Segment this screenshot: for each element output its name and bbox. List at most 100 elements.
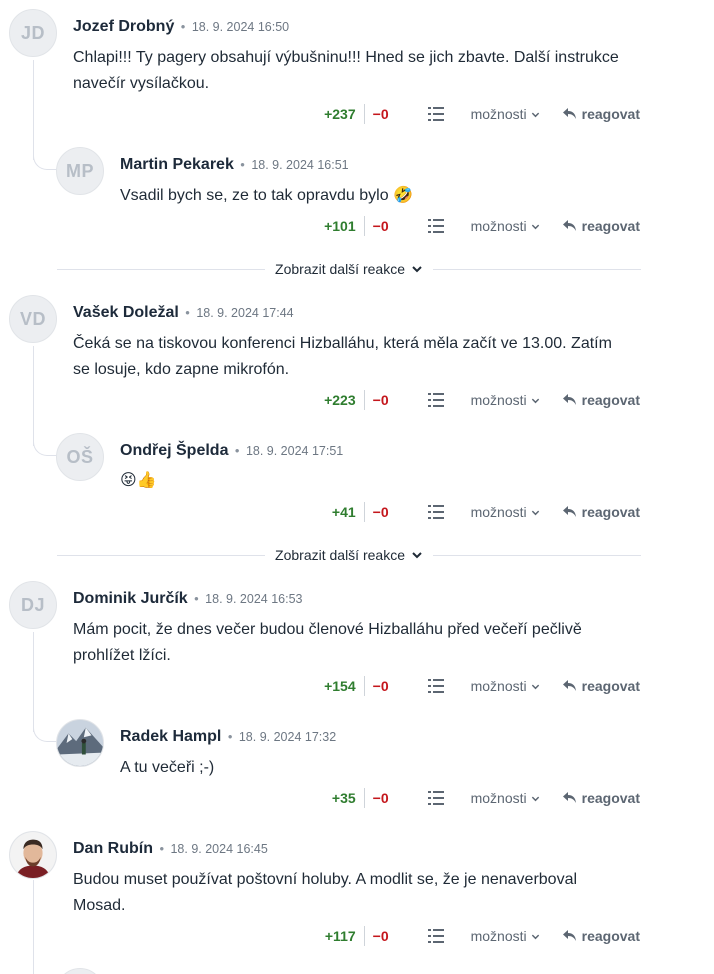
chevron-down-icon: [412, 552, 422, 559]
avatar[interactable]: [56, 968, 104, 974]
options-menu[interactable]: možnosti: [471, 504, 540, 520]
comment-header: Dominik Jurčík • 18. 9. 2024 16:53: [73, 590, 302, 608]
chevron-down-icon: [531, 112, 539, 117]
options-menu[interactable]: možnosti: [471, 790, 540, 806]
vote-divider: [363, 926, 365, 946]
upvote-button[interactable]: +41: [332, 504, 356, 520]
separator-dot: •: [240, 157, 245, 172]
list-icon[interactable]: [427, 105, 445, 123]
list-icon[interactable]: [427, 391, 445, 409]
show-more-label: Zobrazit další reakce: [275, 261, 405, 277]
thread-line: [33, 880, 34, 974]
upvote-button[interactable]: +35: [332, 790, 356, 806]
avatar[interactable]: MP: [56, 147, 104, 195]
comment-text: Čeká se na tiskovou konferenci Hizballáh…: [73, 335, 612, 378]
author-name[interactable]: Martin Pekarek: [120, 156, 234, 173]
list-icon[interactable]: [427, 677, 445, 695]
user-portrait-icon: [10, 832, 56, 878]
options-menu[interactable]: možnosti: [471, 678, 540, 694]
comment-actions: +35 −0 možnosti reagovat: [332, 788, 640, 808]
author-name[interactable]: Vašek Doležal: [73, 304, 179, 321]
options-menu[interactable]: možnosti: [471, 106, 540, 122]
comment-header: Radek Hampl • 18. 9. 2024 17:32: [120, 728, 336, 746]
reply-button[interactable]: reagovat: [562, 504, 640, 520]
downvote-button[interactable]: −0: [373, 504, 389, 520]
upvote-button[interactable]: +154: [324, 678, 356, 694]
upvote-button[interactable]: +117: [325, 928, 356, 944]
list-icon[interactable]: [427, 503, 445, 521]
options-label: možnosti: [470, 678, 527, 694]
comment-header: Ondřej Špelda • 18. 9. 2024 17:51: [120, 442, 343, 460]
comment-text: Chlapi!!! Ty pagery obsahují výbušninu!!…: [73, 49, 619, 92]
upvote-button[interactable]: +223: [324, 392, 356, 408]
comment-header: Jozef Drobný • 18. 9. 2024 16:50: [73, 18, 289, 36]
reply-label: reagovat: [581, 504, 640, 520]
vote-divider: [363, 104, 365, 124]
mountain-photo-icon: [57, 720, 103, 766]
comment-actions: +237 −0 možnosti reagovat: [324, 104, 640, 124]
chevron-down-icon: [531, 398, 539, 403]
comment-actions: +117 −0 možnosti reagovat: [325, 926, 640, 946]
downvote-button[interactable]: −0: [373, 790, 389, 806]
options-menu[interactable]: možnosti: [471, 392, 540, 408]
avatar[interactable]: VD: [9, 295, 57, 343]
chevron-down-icon: [531, 224, 539, 229]
options-label: možnosti: [470, 504, 527, 520]
comment-date: 18. 9. 2024 17:44: [196, 306, 294, 320]
comment-actions: +41 −0 možnosti reagovat: [332, 502, 640, 522]
avatar[interactable]: DJ: [9, 581, 57, 629]
separator-dot: •: [159, 841, 165, 856]
reply-arrow-icon: [562, 394, 576, 405]
downvote-button[interactable]: −0: [373, 928, 389, 944]
reply-button[interactable]: reagovat: [562, 678, 640, 694]
chevron-down-icon: [412, 266, 422, 273]
avatar[interactable]: JD: [9, 9, 57, 57]
comment-date: 18. 9. 2024 16:51: [251, 158, 349, 172]
comment-date: 18. 9. 2024 16:53: [205, 592, 303, 606]
options-label: možnosti: [470, 790, 527, 806]
upvote-button[interactable]: +237: [324, 106, 356, 122]
vote-divider: [363, 502, 365, 522]
reply-button[interactable]: reagovat: [562, 218, 640, 234]
show-more-reactions[interactable]: Zobrazit další reakce: [57, 259, 642, 279]
separator-dot: •: [194, 591, 199, 606]
downvote-button[interactable]: −0: [373, 106, 389, 122]
reply-connector: [33, 434, 57, 456]
thread-line: [33, 346, 34, 446]
comment-text: Mám pocit, že dnes večer budou členové H…: [73, 621, 582, 664]
avatar[interactable]: OŠ: [56, 433, 104, 481]
reply-button[interactable]: reagovat: [562, 928, 640, 944]
show-more-label: Zobrazit další reakce: [275, 547, 405, 563]
reply-button[interactable]: reagovat: [562, 106, 640, 122]
chevron-down-icon: [531, 796, 539, 801]
author-name[interactable]: Jozef Drobný: [73, 18, 174, 35]
reply-label: reagovat: [581, 790, 640, 806]
chevron-down-icon: [531, 934, 539, 939]
list-icon[interactable]: [427, 217, 445, 235]
author-name[interactable]: Radek Hampl: [120, 728, 221, 745]
separator-dot: •: [185, 305, 190, 320]
show-more-reactions[interactable]: Zobrazit další reakce: [57, 545, 642, 565]
divider-line: [432, 554, 642, 556]
reply-button[interactable]: reagovat: [562, 392, 640, 408]
reply-button[interactable]: reagovat: [562, 790, 640, 806]
options-menu[interactable]: možnosti: [471, 928, 540, 944]
avatar-photo[interactable]: [9, 831, 57, 879]
author-name[interactable]: Ondřej Špelda: [120, 442, 228, 459]
reply-label: reagovat: [581, 678, 640, 694]
upvote-button[interactable]: +101: [324, 218, 356, 234]
list-icon[interactable]: [427, 789, 445, 807]
thread-line: [33, 60, 34, 160]
options-menu[interactable]: možnosti: [471, 218, 540, 234]
downvote-button[interactable]: −0: [373, 392, 389, 408]
comment-text: Vsadil bych se, ze to tak opravdu bylo 🤣: [120, 187, 413, 204]
avatar-photo[interactable]: [56, 719, 104, 767]
downvote-button[interactable]: −0: [373, 678, 389, 694]
author-name[interactable]: Dominik Jurčík: [73, 590, 188, 607]
reply-label: reagovat: [581, 106, 640, 122]
comment-date: 18. 9. 2024 17:51: [245, 444, 344, 458]
reply-arrow-icon: [562, 930, 576, 941]
author-name[interactable]: Dan Rubín: [73, 840, 153, 857]
list-icon[interactable]: [427, 927, 445, 945]
downvote-button[interactable]: −0: [373, 218, 389, 234]
